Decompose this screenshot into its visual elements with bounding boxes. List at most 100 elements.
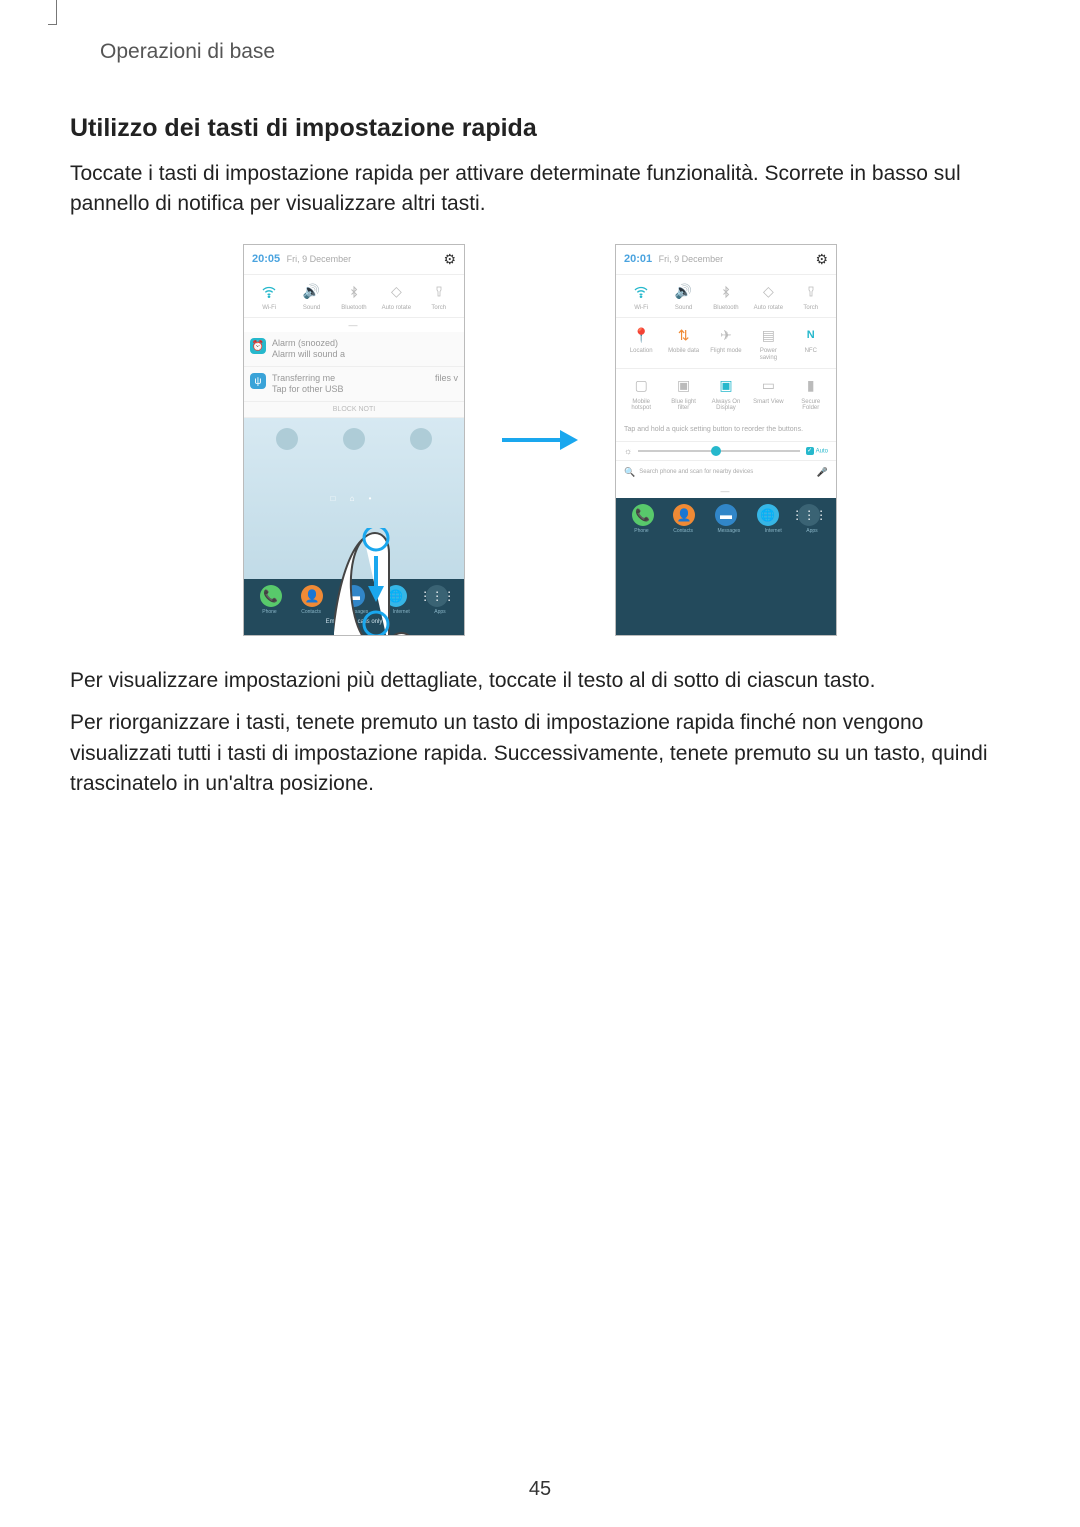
notification-item[interactable]: ⏰ Alarm (snoozed) Alarm will sound a — [244, 332, 464, 367]
dock-label: Messages — [345, 609, 368, 615]
toggle-label[interactable]: Mobile data — [667, 348, 701, 361]
dock-label: Apps — [434, 609, 445, 615]
toggle-label[interactable]: Sound — [295, 305, 329, 312]
contacts-app-icon[interactable]: 👤 — [301, 585, 323, 607]
bluetooth-icon[interactable] — [337, 281, 371, 303]
dimmed-home-area: □ ⌂ • 📞 👤 ▬ 🌐 ⋮⋮⋮ Phone Contacts Message… — [244, 418, 464, 635]
toggle-label[interactable]: Torch — [422, 305, 456, 312]
toggle-label[interactable]: Auto rotate — [379, 305, 413, 312]
toggle-label[interactable]: Location — [624, 348, 658, 361]
notification-title: Alarm (snoozed) — [272, 338, 345, 349]
toggle-label[interactable]: NFC — [794, 348, 828, 361]
intro-paragraph: Toccate i tasti di impostazione rapida p… — [70, 159, 1010, 220]
torch-icon[interactable] — [794, 281, 828, 303]
internet-app-icon[interactable]: 🌐 — [385, 585, 407, 607]
page-indicator-icon: □ ⌂ • — [244, 494, 464, 503]
notification-title: Transferring me — [272, 373, 429, 384]
block-notifications-label[interactable]: BLOCK NOTI — [244, 402, 464, 418]
phone-screenshot-left: 20:05 Fri, 9 December ⚙ 🔊 ◇ Wi-Fi — [243, 244, 465, 636]
dock-label: Apps — [806, 528, 817, 534]
date-text: Fri, 9 December — [659, 254, 724, 264]
usb-icon: ψ — [250, 373, 266, 389]
apps-drawer-icon[interactable]: ⋮⋮⋮ — [426, 585, 448, 607]
emergency-calls-text: Emergency calls only — [250, 619, 458, 625]
dock-label: Messages — [717, 528, 740, 534]
toggle-label[interactable]: Wi-Fi — [624, 305, 658, 312]
panel-header: 20:01 Fri, 9 December ⚙ — [616, 245, 836, 275]
bg-app-icon — [276, 428, 298, 450]
dock: 📞 👤 ▬ 🌐 ⋮⋮⋮ Phone Contacts Messages Inte… — [616, 498, 836, 544]
sound-icon[interactable]: 🔊 — [295, 281, 329, 303]
drag-handle-icon[interactable]: — — [616, 484, 836, 498]
corner-mark — [48, 0, 57, 25]
sound-icon[interactable]: 🔊 — [667, 281, 701, 303]
gear-icon[interactable]: ⚙ — [443, 251, 456, 268]
bg-app-icon — [343, 428, 365, 450]
flight-mode-icon[interactable]: ✈ — [709, 324, 743, 346]
toggle-label[interactable]: Wi-Fi — [252, 305, 286, 312]
auto-brightness-toggle[interactable]: ✓Auto — [806, 447, 828, 455]
nfc-icon[interactable]: N — [794, 324, 828, 346]
time-text: 20:01 — [624, 253, 652, 265]
paragraph-2: Per visualizzare impostazioni più dettag… — [70, 666, 1010, 696]
wifi-icon[interactable] — [624, 281, 658, 303]
hotspot-icon[interactable]: ▢ — [624, 375, 658, 397]
mic-icon[interactable]: 🎤 — [817, 467, 828, 478]
messages-app-icon[interactable]: ▬ — [343, 585, 365, 607]
rotate-icon[interactable]: ◇ — [379, 281, 413, 303]
date-text: Fri, 9 December — [287, 254, 352, 264]
notification-item[interactable]: ψ Transferring me Tap for other USB file… — [244, 367, 464, 402]
toggle-label[interactable]: Auto rotate — [751, 305, 785, 312]
location-icon[interactable]: 📍 — [624, 324, 658, 346]
apps-drawer-icon[interactable]: ⋮⋮⋮ — [798, 504, 820, 526]
search-row[interactable]: 🔍 Search phone and scan for nearby devic… — [616, 461, 836, 484]
brightness-slider[interactable] — [638, 450, 799, 452]
notification-right: files v — [435, 373, 458, 384]
phone-app-icon[interactable]: 📞 — [632, 504, 654, 526]
toggle-label[interactable]: Flight mode — [709, 348, 743, 361]
toggle-label[interactable]: Mobile hotspot — [624, 399, 658, 412]
power-saving-icon[interactable]: ▤ — [751, 324, 785, 346]
internet-app-icon[interactable]: 🌐 — [757, 504, 779, 526]
drag-handle-icon[interactable]: — — [244, 318, 464, 332]
alarm-icon: ⏰ — [250, 338, 266, 354]
brightness-row: ☼ ✓Auto — [616, 441, 836, 461]
bluetooth-icon[interactable] — [709, 281, 743, 303]
dock-label: Contacts — [301, 609, 321, 615]
gear-icon[interactable]: ⚙ — [815, 251, 828, 268]
toggle-label[interactable]: Bluetooth — [709, 305, 743, 312]
toggle-label[interactable]: Secure Folder — [794, 399, 828, 412]
wifi-icon[interactable] — [252, 281, 286, 303]
contacts-app-icon[interactable]: 👤 — [673, 504, 695, 526]
blue-light-icon[interactable]: ▣ — [667, 375, 701, 397]
quick-toggle-labels-1: Wi-Fi Sound Bluetooth Auto rotate Torch — [616, 305, 836, 319]
quick-toggle-labels-1: Wi-Fi Sound Bluetooth Auto rotate Torch — [244, 305, 464, 319]
breadcrumb: Operazioni di base — [100, 40, 1010, 64]
section-heading: Utilizzo dei tasti di impostazione rapid… — [70, 114, 1010, 143]
torch-icon[interactable] — [422, 281, 456, 303]
mobile-data-icon[interactable]: ⇅ — [667, 324, 701, 346]
toggle-label[interactable]: Torch — [794, 305, 828, 312]
smart-view-icon[interactable]: ▭ — [751, 375, 785, 397]
toggle-label[interactable]: Power saving — [751, 348, 785, 361]
toggle-label[interactable]: Blue light filter — [667, 399, 701, 412]
toggle-label[interactable]: Bluetooth — [337, 305, 371, 312]
panel-header: 20:05 Fri, 9 December ⚙ — [244, 245, 464, 275]
quick-toggle-labels-3: Mobile hotspot Blue light filter Always … — [616, 399, 836, 418]
quick-toggle-row-3: ▢ ▣ ▣ ▭ ▮ — [616, 369, 836, 399]
toggle-label[interactable]: Smart View — [751, 399, 785, 412]
time-text: 20:05 — [252, 253, 280, 265]
dock-label: Internet — [765, 528, 782, 534]
always-on-display-icon[interactable]: ▣ — [709, 375, 743, 397]
search-icon: 🔍 — [624, 467, 635, 478]
dock-label: Phone — [262, 609, 276, 615]
messages-app-icon[interactable]: ▬ — [715, 504, 737, 526]
toggle-label[interactable]: Sound — [667, 305, 701, 312]
search-placeholder: Search phone and scan for nearby devices — [639, 469, 813, 475]
phone-app-icon[interactable]: 📞 — [260, 585, 282, 607]
toggle-label[interactable]: Always On Display — [709, 399, 743, 412]
secure-folder-icon[interactable]: ▮ — [794, 375, 828, 397]
rotate-icon[interactable]: ◇ — [751, 281, 785, 303]
dock: 📞 👤 ▬ 🌐 ⋮⋮⋮ Phone Contacts Messages Inte… — [244, 579, 464, 635]
paragraph-3: Per riorganizzare i tasti, tenete premut… — [70, 708, 1010, 799]
